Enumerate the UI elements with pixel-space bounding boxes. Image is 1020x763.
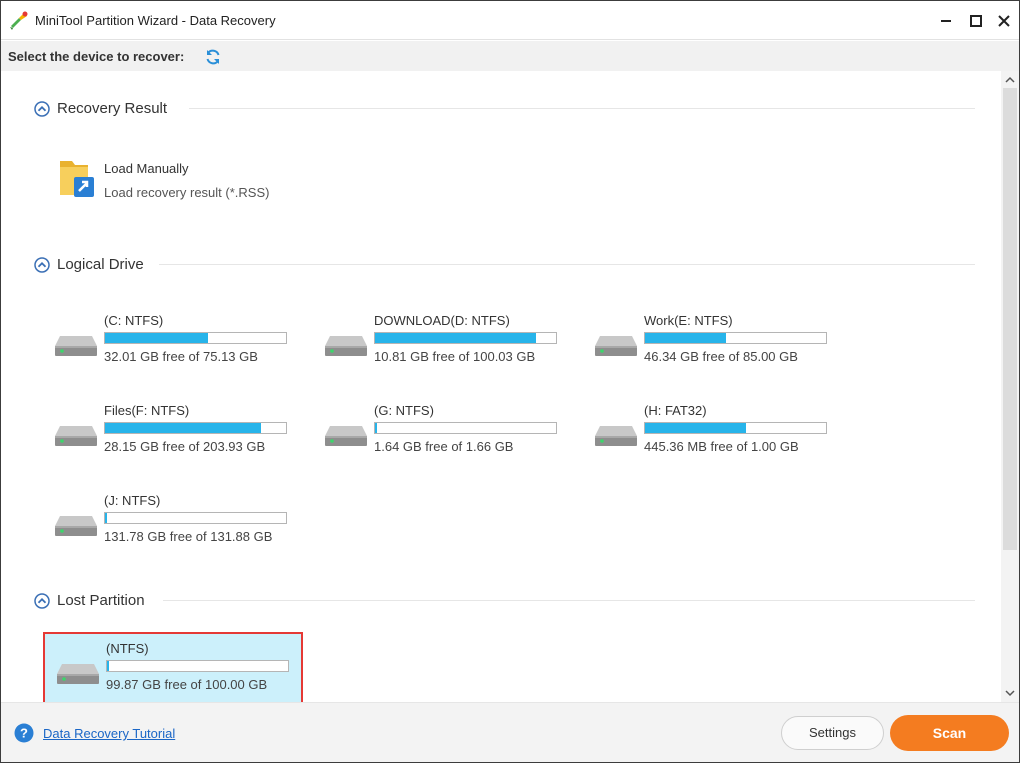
section-divider — [189, 108, 975, 109]
drive-usage-bar — [644, 422, 827, 434]
scroll-up-icon[interactable] — [1004, 75, 1016, 85]
drive-label: (H: FAT32) — [644, 403, 707, 418]
drive-usage-fill — [645, 333, 727, 343]
load-manually-item[interactable]: Load Manually Load recovery result (*.RS… — [54, 155, 314, 203]
hard-drive-icon — [55, 426, 97, 446]
settings-button[interactable]: Settings — [781, 716, 884, 750]
chevron-up-circle-icon[interactable] — [34, 593, 50, 609]
drive-item[interactable]: Files(F: NTFS) 28.15 GB free of 203.93 GB — [54, 399, 314, 471]
drive-usage-fill — [645, 423, 747, 433]
drive-label: DOWNLOAD(D: NTFS) — [374, 313, 510, 328]
device-select-header: Select the device to recover: — [1, 41, 1019, 71]
drive-usage-bar — [104, 512, 287, 524]
window-title: MiniTool Partition Wizard - Data Recover… — [35, 13, 276, 28]
drive-free-space: 445.36 MB free of 1.00 GB — [644, 439, 799, 454]
close-button[interactable] — [993, 10, 1015, 32]
folder-load-icon — [60, 161, 94, 197]
drive-label: (NTFS) — [106, 641, 149, 656]
drive-usage-bar — [106, 660, 289, 672]
drive-free-space: 131.78 GB free of 131.88 GB — [104, 529, 273, 544]
footer-bar: ? Data Recovery Tutorial Settings Scan — [1, 702, 1019, 762]
scroll-down-icon[interactable] — [1004, 688, 1016, 698]
hard-drive-icon — [55, 516, 97, 536]
hard-drive-icon — [55, 336, 97, 356]
drive-usage-bar — [374, 422, 557, 434]
drive-free-space: 1.64 GB free of 1.66 GB — [374, 439, 514, 454]
title-bar: MiniTool Partition Wizard - Data Recover… — [1, 1, 1019, 40]
drive-usage-bar — [104, 332, 287, 344]
drive-item[interactable]: Work(E: NTFS) 46.34 GB free of 85.00 GB — [594, 309, 854, 381]
data-recovery-tutorial-link[interactable]: Data Recovery Tutorial — [43, 726, 175, 741]
drive-usage-bar — [104, 422, 287, 434]
device-list-panel: Recovery Result Load Manually Load recov… — [1, 71, 1001, 702]
hard-drive-icon — [595, 336, 637, 356]
lost-partition-title: Lost Partition — [57, 592, 145, 609]
drive-label: Work(E: NTFS) — [644, 313, 733, 328]
hard-drive-icon — [57, 664, 99, 684]
drive-free-space: 32.01 GB free of 75.13 GB — [104, 349, 258, 364]
drive-item[interactable]: (G: NTFS) 1.64 GB free of 1.66 GB — [324, 399, 584, 471]
drive-usage-fill — [105, 423, 261, 433]
minimize-button[interactable] — [935, 10, 957, 32]
chevron-up-circle-icon[interactable] — [34, 101, 50, 117]
lost-partition-header: Lost Partition — [34, 592, 994, 612]
refresh-icon[interactable] — [204, 48, 222, 66]
hard-drive-icon — [325, 426, 367, 446]
maximize-icon — [970, 15, 982, 27]
drive-label: (C: NTFS) — [104, 313, 164, 328]
drive-label: Files(F: NTFS) — [104, 403, 190, 418]
maximize-button[interactable] — [965, 10, 987, 32]
drive-usage-fill — [105, 513, 107, 523]
drive-usage-fill — [375, 333, 537, 343]
drive-item[interactable]: (C: NTFS) 32.01 GB free of 75.13 GB — [54, 309, 314, 381]
minitool-app-icon — [10, 11, 28, 30]
logical-drive-title: Logical Drive — [57, 256, 144, 273]
close-icon — [998, 15, 1010, 27]
drive-free-space: 46.34 GB free of 85.00 GB — [644, 349, 798, 364]
help-icon[interactable]: ? — [14, 723, 34, 743]
drive-usage-bar — [644, 332, 827, 344]
lost-partition-drive-item[interactable]: (NTFS) 99.87 GB free of 100.00 GB — [43, 632, 303, 702]
data-recovery-window: MiniTool Partition Wizard - Data Recover… — [0, 0, 1020, 763]
minimize-icon — [941, 20, 951, 22]
drive-usage-bar — [374, 332, 557, 344]
drive-usage-fill — [107, 661, 109, 671]
svg-text:?: ? — [20, 726, 28, 741]
section-divider — [159, 264, 975, 265]
hard-drive-icon — [325, 336, 367, 356]
recovery-result-header: Recovery Result — [34, 100, 994, 120]
drive-label: (G: NTFS) — [374, 403, 434, 418]
hard-drive-icon — [595, 426, 637, 446]
vertical-scrollbar[interactable] — [1001, 71, 1019, 702]
select-device-label: Select the device to recover: — [8, 49, 185, 64]
drive-free-space: 28.15 GB free of 203.93 GB — [104, 439, 266, 454]
drive-item[interactable]: DOWNLOAD(D: NTFS) 10.81 GB free of 100.03… — [324, 309, 584, 381]
load-manually-label: Load Manually — [104, 161, 189, 176]
scan-button[interactable]: Scan — [890, 715, 1009, 751]
drive-usage-fill — [105, 333, 209, 343]
logical-drive-header: Logical Drive — [34, 256, 994, 276]
recovery-result-title: Recovery Result — [57, 100, 168, 117]
drive-free-space: 99.87 GB free of 100.00 GB — [106, 677, 268, 692]
section-divider — [163, 600, 975, 601]
drive-item[interactable]: (J: NTFS) 131.78 GB free of 131.88 GB — [54, 489, 314, 561]
load-manually-description: Load recovery result (*.RSS) — [104, 185, 270, 200]
chevron-up-circle-icon[interactable] — [34, 257, 50, 273]
drive-label: (J: NTFS) — [104, 493, 161, 508]
scroll-thumb[interactable] — [1003, 88, 1017, 550]
drive-free-space: 10.81 GB free of 100.03 GB — [374, 349, 536, 364]
drive-item[interactable]: (H: FAT32) 445.36 MB free of 1.00 GB — [594, 399, 854, 471]
drive-usage-fill — [375, 423, 378, 433]
